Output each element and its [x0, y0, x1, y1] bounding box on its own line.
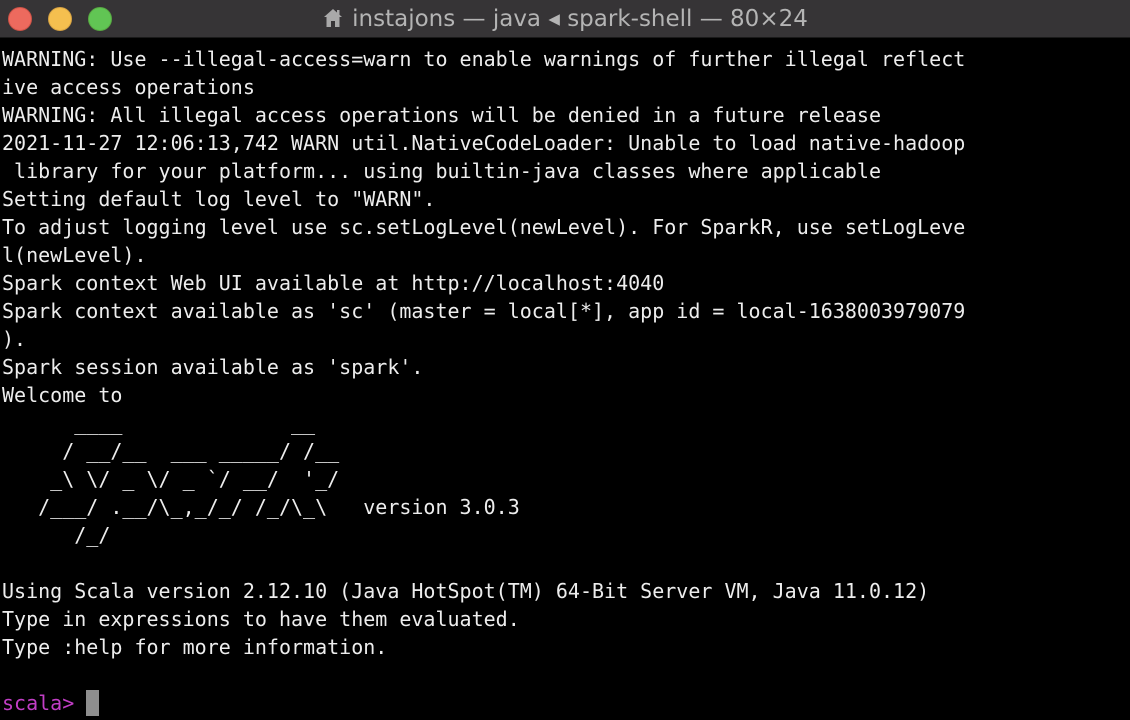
terminal-line: To adjust logging level use sc.setLogLev…	[2, 215, 966, 239]
terminal-line: Using Scala version 2.12.10 (Java HotSpo…	[2, 579, 930, 603]
terminal-line: ).	[2, 327, 27, 351]
prompt-line[interactable]: scala>	[2, 689, 965, 717]
home-icon	[324, 9, 343, 27]
terminal-line: Type in expressions to have them evaluat…	[2, 607, 520, 631]
terminal-line: Type :help for more information.	[2, 635, 388, 659]
terminal-line: /_/	[2, 523, 111, 547]
window-title: instajons — java ◂ spark-shell — 80×24	[352, 6, 808, 32]
terminal-output: WARNING: Use --illegal-access=warn to en…	[2, 45, 965, 717]
terminal-line: /___/ .__/\_,_/_/ /_/\_\ version 3.0.3	[2, 495, 520, 519]
terminal-line: library for your platform... using built…	[2, 159, 881, 183]
terminal-line: / __/__ ___ _____/ /__	[2, 439, 340, 463]
text-cursor	[86, 690, 100, 716]
scala-prompt: scala>	[2, 691, 75, 715]
terminal-line: WARNING: All illegal access operations w…	[2, 103, 881, 127]
terminal-line: ____ __	[2, 411, 316, 435]
terminal-line: Spark session available as 'spark'.	[2, 355, 424, 379]
terminal-line: ive access operations	[2, 75, 255, 99]
terminal-line: _\ \/ _ \/ _ `/ __/ '_/	[2, 467, 340, 491]
terminal-line: 2021-11-27 12:06:13,742 WARN util.Native…	[2, 131, 966, 155]
terminal-line: Spark context available as 'sc' (master …	[2, 299, 966, 323]
terminal-content[interactable]: WARNING: Use --illegal-access=warn to en…	[0, 38, 1130, 720]
window-title-container: instajons — java ◂ spark-shell — 80×24	[0, 0, 1130, 38]
terminal-line: l(newLevel).	[2, 243, 147, 267]
terminal-line: Setting default log level to "WARN".	[2, 187, 436, 211]
terminal-line: Spark context Web UI available at http:/…	[2, 271, 665, 295]
terminal-line: WARNING: Use --illegal-access=warn to en…	[2, 47, 966, 71]
terminal-line: Welcome to	[2, 383, 123, 407]
terminal-window: instajons — java ◂ spark-shell — 80×24 W…	[0, 0, 1130, 720]
title-bar[interactable]: instajons — java ◂ spark-shell — 80×24	[0, 0, 1130, 38]
